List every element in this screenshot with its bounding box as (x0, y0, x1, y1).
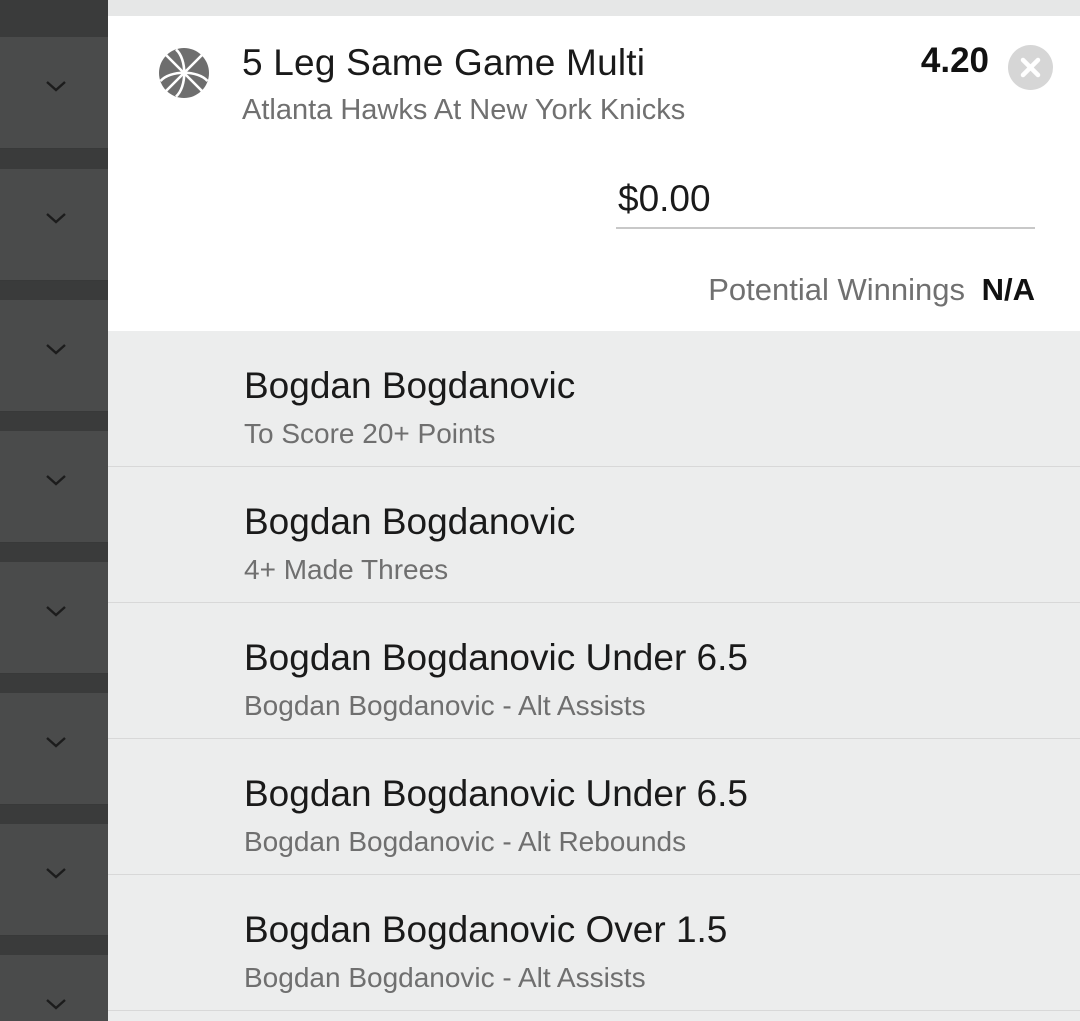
leg-selection: Bogdan Bogdanovic (244, 365, 576, 406)
sidebar-row[interactable] (0, 693, 108, 805)
leg-selection: Bogdan Bogdanovic Under 6.5 (244, 773, 748, 814)
potential-winnings-label: Potential Winnings (708, 272, 965, 307)
sidebar-row[interactable] (0, 824, 108, 936)
sidebar-row[interactable] (0, 169, 108, 281)
bet-leg: Bogdan Bogdanovic Under 6.5 Bogdan Bogda… (108, 739, 1080, 875)
sidebar-row[interactable] (0, 562, 108, 674)
bet-leg: Bogdan Bogdanovic 4+ Made Threes (108, 467, 1080, 603)
basketball-icon (159, 48, 209, 98)
chevron-down-icon[interactable] (44, 78, 68, 94)
leg-market: To Score 20+ Points (244, 418, 496, 449)
potential-winnings-value: N/A (981, 272, 1035, 307)
bet-leg: Bogdan Bogdanovic Over 1.5 Bogdan Bogdan… (108, 875, 1080, 1011)
leg-market: 4+ Made Threes (244, 554, 449, 585)
remove-bet-button[interactable] (1008, 45, 1053, 90)
bet-odds: 4.20 (920, 41, 989, 80)
bet-legs-list: Bogdan Bogdanovic To Score 20+ Points Bo… (108, 331, 1080, 1011)
panel-top-divider (108, 0, 1080, 17)
sidebar-row[interactable] (0, 37, 108, 149)
chevron-down-icon[interactable] (44, 472, 68, 488)
leg-market: Bogdan Bogdanovic - Alt Rebounds (244, 826, 687, 857)
leg-selection: Bogdan Bogdanovic (244, 501, 576, 542)
chevron-down-icon[interactable] (44, 603, 68, 619)
sidebar-row[interactable] (0, 300, 108, 412)
stake-field (616, 174, 1037, 229)
leg-selection: Bogdan Bogdanovic Under 6.5 (244, 637, 748, 678)
chevron-down-icon[interactable] (44, 996, 68, 1012)
bet-slip-panel: 5 Leg Same Game Multi Atlanta Hawks At N… (108, 0, 1080, 1021)
potential-winnings: Potential Winnings N/A (708, 272, 1035, 308)
chevron-down-icon[interactable] (44, 734, 68, 750)
bet-title: 5 Leg Same Game Multi (242, 42, 646, 83)
match-name: Atlanta Hawks At New York Knicks (242, 94, 686, 126)
leg-market: Bogdan Bogdanovic - Alt Assists (244, 962, 646, 993)
sidebar-row[interactable] (0, 431, 108, 543)
background-sidebar (0, 0, 108, 1021)
chevron-down-icon[interactable] (44, 865, 68, 881)
sidebar-row[interactable] (0, 955, 108, 1021)
leg-selection: Bogdan Bogdanovic Over 1.5 (244, 909, 728, 950)
leg-market: Bogdan Bogdanovic - Alt Assists (244, 690, 646, 721)
multi-bet-card: 5 Leg Same Game Multi Atlanta Hawks At N… (108, 16, 1080, 331)
stake-input[interactable] (616, 174, 1037, 224)
bet-leg: Bogdan Bogdanovic Under 6.5 Bogdan Bogda… (108, 603, 1080, 739)
chevron-down-icon[interactable] (44, 341, 68, 357)
chevron-down-icon[interactable] (44, 210, 68, 226)
close-icon[interactable] (1008, 45, 1053, 90)
bet-leg: Bogdan Bogdanovic To Score 20+ Points (108, 331, 1080, 467)
